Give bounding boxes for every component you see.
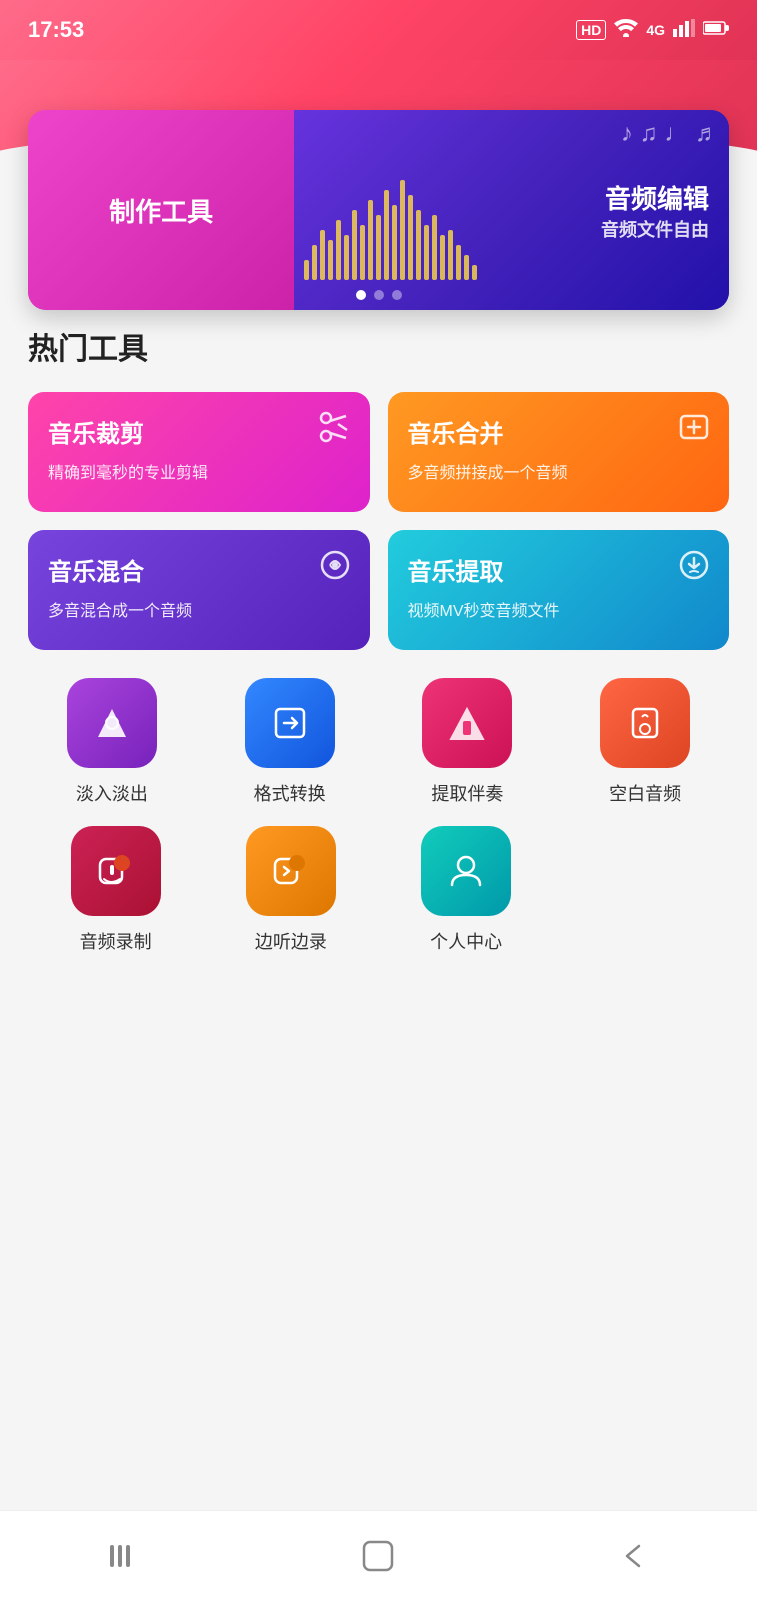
music-extract-icon [677, 548, 711, 589]
music-merge-icon [677, 410, 711, 451]
banner-right-subtitle: 音频文件自由 [601, 216, 709, 242]
waveform-decoration [304, 180, 477, 280]
music-mix-title: 音乐混合 [48, 552, 350, 587]
banner-inner: 制作工具 [28, 110, 729, 310]
tool-card-music-merge[interactable]: 音乐合并 多音频拼接成一个音频 [388, 392, 730, 512]
hd-badge: HD [576, 20, 606, 40]
listen-icon [246, 826, 336, 916]
tool-format[interactable]: 格式转换 [206, 678, 374, 806]
nav-menu-button[interactable] [601, 1526, 661, 1586]
status-bar: 17:53 HD 4G [0, 0, 757, 60]
tool-card-music-mix[interactable]: 音乐混合 多音混合成一个音频 [28, 530, 370, 650]
tool-blank[interactable]: 空白音频 [561, 678, 729, 806]
banner-right-title: 音频编辑 [601, 179, 709, 216]
main-content: 热门工具 音乐裁剪 精确到毫秒的专业剪辑 [0, 324, 757, 1084]
format-icon [245, 678, 335, 768]
blank-label: 空白音频 [609, 780, 681, 806]
music-merge-subtitle: 多音频拼接成一个音频 [408, 459, 710, 483]
bottom-navigation [0, 1510, 757, 1600]
banner-left-text: 制作工具 [109, 192, 213, 229]
tool-card-music-extract[interactable]: 音乐提取 视频MV秒变音频文件 [388, 530, 730, 650]
dot-1[interactable] [356, 290, 366, 300]
large-tools-grid: 音乐裁剪 精确到毫秒的专业剪辑 音乐合并 多音频拼接成一个音频 音乐混 [28, 392, 729, 650]
small-tools-row2: 音频录制 边听边录 个人中心 [28, 826, 729, 954]
tool-listen[interactable]: 边听边录 [203, 826, 378, 954]
tool-card-music-cut[interactable]: 音乐裁剪 精确到毫秒的专业剪辑 [28, 392, 370, 512]
banner-left-panel: 制作工具 [28, 110, 294, 310]
dot-2[interactable] [374, 290, 384, 300]
tool-fade[interactable]: 淡入淡出 [28, 678, 196, 806]
banner-right-panel: ♪ ♫ ♩ ♬ 音频编辑 音频文件自由 [294, 110, 729, 310]
banner-carousel[interactable]: 制作工具 [28, 110, 729, 310]
nav-home-button[interactable] [348, 1526, 408, 1586]
music-mix-icon [318, 548, 352, 589]
dot-3[interactable] [392, 290, 402, 300]
signal-bars-icon [673, 19, 695, 42]
fade-icon [67, 678, 157, 768]
banner-dots [356, 290, 402, 300]
accomp-icon [422, 678, 512, 768]
music-mix-subtitle: 多音混合成一个音频 [48, 597, 350, 621]
small-tools-row1: 淡入淡出 格式转换 提取伴奏 [28, 678, 729, 806]
person-label: 个人中心 [430, 928, 502, 954]
status-time: 17:53 [28, 17, 84, 43]
music-cut-title: 音乐裁剪 [48, 414, 350, 449]
music-extract-title: 音乐提取 [408, 552, 710, 587]
battery-icon [703, 20, 729, 41]
fade-label: 淡入淡出 [76, 780, 148, 806]
tool-person[interactable]: 个人中心 [379, 826, 554, 954]
status-icons: HD 4G [576, 19, 729, 42]
music-cut-icon [318, 410, 352, 451]
listen-label: 边听边录 [255, 928, 327, 954]
record-label: 音频录制 [80, 928, 152, 954]
music-notes-decoration: ♪ ♫ ♩ ♬ [621, 120, 719, 148]
music-extract-subtitle: 视频MV秒变音频文件 [408, 597, 710, 621]
record-icon [71, 826, 161, 916]
nav-back-button[interactable] [96, 1526, 156, 1586]
blank-icon [600, 678, 690, 768]
person-icon [421, 826, 511, 916]
signal-4g-icon: 4G [646, 22, 665, 38]
wifi-icon [614, 19, 638, 42]
tool-record[interactable]: 音频录制 [28, 826, 203, 954]
accomp-label: 提取伴奏 [431, 780, 503, 806]
format-label: 格式转换 [254, 780, 326, 806]
music-merge-title: 音乐合并 [408, 414, 710, 449]
section-title: 热门工具 [28, 324, 729, 368]
tool-accomp[interactable]: 提取伴奏 [384, 678, 552, 806]
music-cut-subtitle: 精确到毫秒的专业剪辑 [48, 459, 350, 483]
